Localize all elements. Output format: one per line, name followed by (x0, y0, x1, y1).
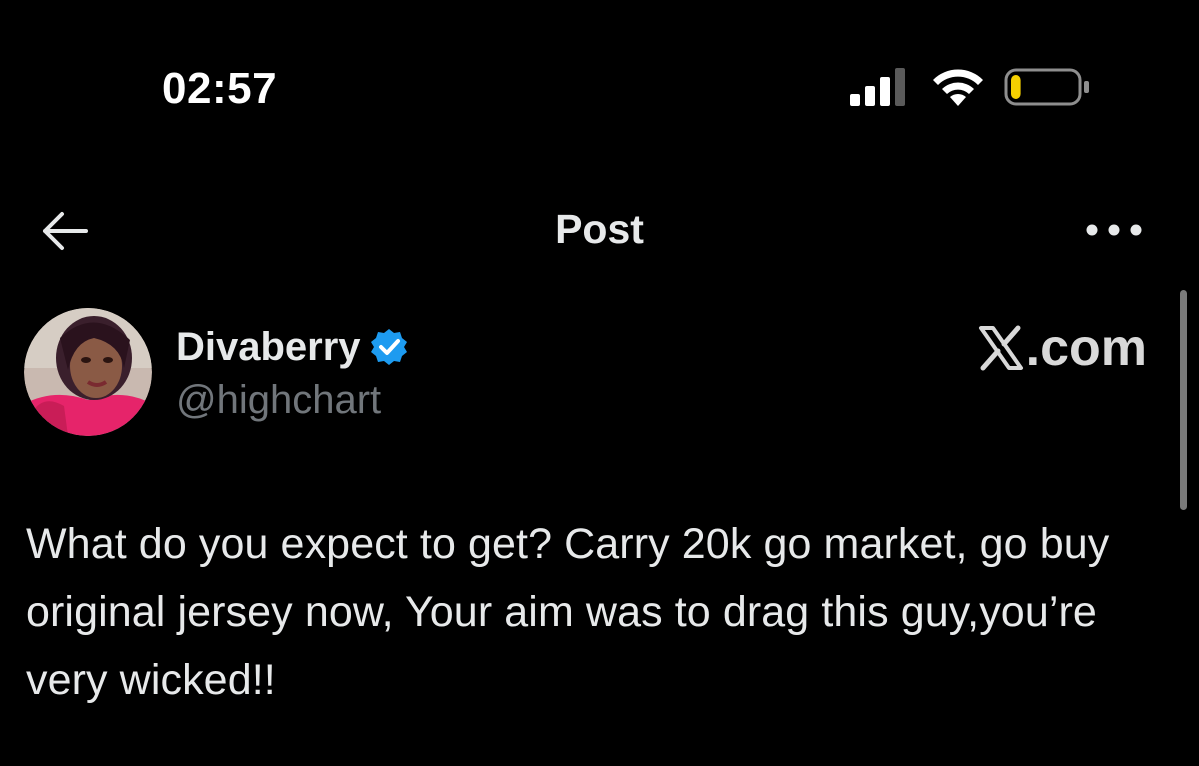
x-com-watermark: .com (978, 318, 1147, 378)
page-title: Post (555, 206, 644, 252)
wifi-icon (933, 69, 983, 106)
cellular-signal-icon (850, 68, 905, 106)
display-name[interactable]: Divaberry (176, 325, 361, 370)
post-text: What do you expect to get? Carry 20k go … (26, 520, 1110, 704)
top-nav-bar: Post (0, 190, 1199, 270)
status-bar: 02:57 (0, 0, 1199, 150)
display-name-group: Divaberry (176, 322, 409, 372)
user-handle[interactable]: @highchart (176, 378, 381, 423)
post-author-row: Divaberry @highchart .com (0, 300, 1199, 450)
status-time: 02:57 (162, 64, 278, 113)
verified-badge-icon (370, 329, 407, 365)
battery-low-icon (1004, 68, 1089, 106)
avatar[interactable] (24, 308, 152, 436)
watermark-text: .com (1025, 319, 1147, 377)
more-horizontal-icon[interactable] (1078, 210, 1150, 250)
x-logo-icon (978, 325, 1023, 371)
